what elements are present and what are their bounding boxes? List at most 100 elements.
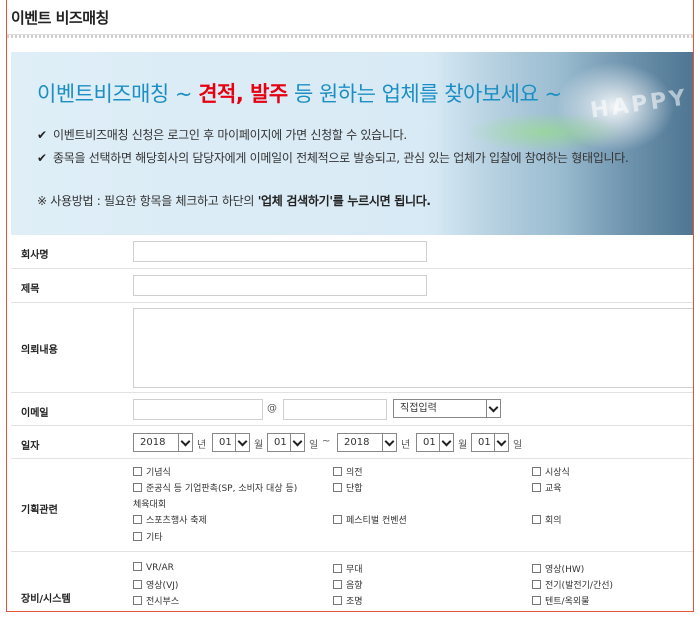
checkbox-electric[interactable]: 전기(발전기/간선) (532, 578, 613, 591)
main-frame: 이벤트 비즈매칭 HAPPY 이벤트비즈매칭 ~ 견적, 발주 등 원하는 업체… (6, 0, 694, 612)
checkbox-convention[interactable]: 페스티벌 컨벤션 (333, 513, 407, 526)
row-planning: 기획관련 기념식 의전 시상식 준공식 등 기업판촉(SP, 소비자 대상 등)… (11, 459, 693, 552)
checkbox-box (133, 562, 142, 571)
date-range-tilde: ~ (322, 436, 331, 447)
bullet-item: ✔ 종목을 선택하면 해당회사의 담당자에게 이메일이 전체적으로 발송되고, 관… (37, 149, 629, 172)
usage-note: ※ 사용방법 : 필요한 항목을 체크하고 하단의 '업체 검색하기'를 누르시… (37, 192, 431, 209)
checkbox-box (133, 467, 142, 476)
bullet-text: 종목을 선택하면 해당회사의 담당자에게 이메일이 전체적으로 발송되고, 관심… (53, 151, 629, 165)
email-id-input[interactable] (133, 399, 263, 420)
checkbox-label: 전기(발전기/간선) (545, 581, 614, 591)
chevron-down-icon (494, 434, 508, 451)
checkbox-education[interactable]: 교육 (532, 481, 562, 494)
checkbox-label: 페스티벌 컨벤션 (346, 516, 407, 526)
checkbox-box (532, 580, 541, 589)
row-company: 회사명 (11, 235, 693, 269)
note-bold: '업체 검색하기'를 누르시면 됩니다. (257, 194, 431, 208)
chevron-down-icon (178, 434, 192, 451)
start-day-value: 01 (274, 437, 287, 448)
email-domain-value: 직접입력 (400, 403, 437, 414)
checkbox-box (532, 467, 541, 476)
checkbox-label: 회의 (545, 516, 562, 526)
subject-input[interactable] (133, 275, 427, 296)
bullet-text: 이벤트비즈매칭 신청은 로그인 후 마이페이지에 가면 신청할 수 있습니다. (53, 128, 407, 142)
checkbox-label: 무대 (346, 565, 363, 575)
checkbox-vr-ar[interactable]: VR/AR (133, 562, 174, 573)
checkbox-box (133, 515, 142, 524)
checkbox-box (333, 564, 342, 573)
start-year-select[interactable]: 2018 (133, 433, 193, 452)
banner-headline: 이벤트비즈매칭 ~ 견적, 발주 등 원하는 업체를 찾아보세요 ~ (37, 78, 562, 108)
checkbox-label: 교육 (545, 484, 562, 494)
end-day-unit: 일 (513, 440, 523, 451)
start-month-value: 01 (219, 437, 232, 448)
email-label: 이메일 (21, 408, 49, 419)
checkbox-video-hw[interactable]: 영상(HW) (532, 562, 584, 575)
row-email: 이메일 @ 직접입력 (11, 393, 693, 426)
checkbox-label: 기념식 (146, 468, 171, 478)
end-year-value: 2018 (344, 437, 370, 448)
title-divider (7, 34, 693, 38)
page-title: 이벤트 비즈매칭 (11, 9, 109, 27)
headline-pre: 이벤트비즈매칭 ~ (37, 82, 199, 106)
headline-post: 등 원하는 업체를 찾아보세요 ~ (287, 82, 562, 106)
email-domain-input[interactable] (283, 399, 387, 420)
checkbox-booth[interactable]: 전시부스 (133, 594, 179, 607)
checkbox-promotion[interactable]: 준공식 등 기업판촉(SP, 소비자 대상 등) (133, 481, 297, 494)
end-year-select[interactable]: 2018 (337, 433, 397, 452)
banner-bullets: ✔ 이벤트비즈매칭 신청은 로그인 후 마이페이지에 가면 신청할 수 있습니다.… (37, 126, 629, 172)
email-at-sign: @ (267, 403, 277, 414)
checkbox-label: 조명 (346, 597, 363, 607)
start-year-value: 2018 (140, 437, 166, 448)
end-day-value: 01 (478, 437, 491, 448)
row-request: 의뢰내용 (11, 303, 693, 393)
checkbox-box (333, 580, 342, 589)
sports-day-text: 체육대회 (133, 500, 167, 510)
checkbox-label: 영상(HW) (545, 565, 585, 575)
request-textarea[interactable] (133, 308, 693, 388)
checkbox-sound[interactable]: 음향 (333, 578, 363, 591)
company-input[interactable] (133, 241, 427, 262)
row-equipment: 장비/시스템 VR/AR 무대 영상(HW) 영상(VJ) 음향 전기(발전기/… (11, 552, 693, 611)
checkbox-tent[interactable]: 텐트/옥외물 (532, 594, 589, 607)
end-month-select[interactable]: 01 (416, 433, 454, 452)
checkbox-box (333, 515, 342, 524)
checkbox-box (532, 515, 541, 524)
checkbox-lighting[interactable]: 조명 (333, 594, 363, 607)
subject-label: 제목 (21, 284, 40, 295)
checkbox-label: 기타 (146, 533, 163, 543)
checkbox-label: 영상(VJ) (146, 581, 179, 591)
checkbox-other[interactable]: 기타 (133, 530, 163, 543)
checkbox-stage[interactable]: 무대 (333, 562, 363, 575)
start-month-select[interactable]: 01 (212, 433, 250, 452)
checkbox-sports-festival[interactable]: 스포츠행사 축제 (133, 513, 207, 526)
note-text: ※ 사용방법 : 필요한 항목을 체크하고 하단의 (37, 194, 258, 208)
checkbox-box (133, 532, 142, 541)
equipment-label: 장비/시스템 (21, 594, 71, 605)
checkbox-label: 의전 (346, 468, 363, 478)
chevron-down-icon (439, 434, 453, 451)
checkbox-protocol[interactable]: 의전 (333, 465, 363, 478)
checkbox-teambuilding[interactable]: 단합 (333, 481, 363, 494)
headline-highlight: 견적, 발주 (198, 82, 288, 106)
checkbox-label: 전시부스 (146, 597, 180, 607)
start-day-select[interactable]: 01 (267, 433, 305, 452)
chevron-down-icon (486, 400, 500, 417)
checkbox-ceremony[interactable]: 기념식 (133, 465, 171, 478)
checkbox-video-vj[interactable]: 영상(VJ) (133, 578, 178, 591)
chevron-down-icon (235, 434, 249, 451)
checkbox-label: 단합 (346, 484, 363, 494)
checkbox-box (532, 596, 541, 605)
checkbox-label: 스포츠행사 축제 (146, 516, 207, 526)
checkbox-label: 시상식 (545, 468, 570, 478)
matching-form: 회사명 제목 의뢰내용 이메일 @ 직접입력 일자 2018 년 01 월 01… (11, 235, 693, 611)
checkbox-box (133, 580, 142, 589)
checkbox-award[interactable]: 시상식 (532, 465, 570, 478)
start-year-unit: 년 (197, 440, 207, 451)
checkbox-label: 음향 (346, 581, 363, 591)
row-date: 일자 2018 년 01 월 01 일 ~ 2018 년 01 월 01 일 (11, 426, 693, 459)
checkbox-meeting[interactable]: 회의 (532, 513, 562, 526)
date-label: 일자 (21, 441, 40, 452)
end-day-select[interactable]: 01 (471, 433, 509, 452)
email-domain-select[interactable]: 직접입력 (393, 399, 501, 418)
